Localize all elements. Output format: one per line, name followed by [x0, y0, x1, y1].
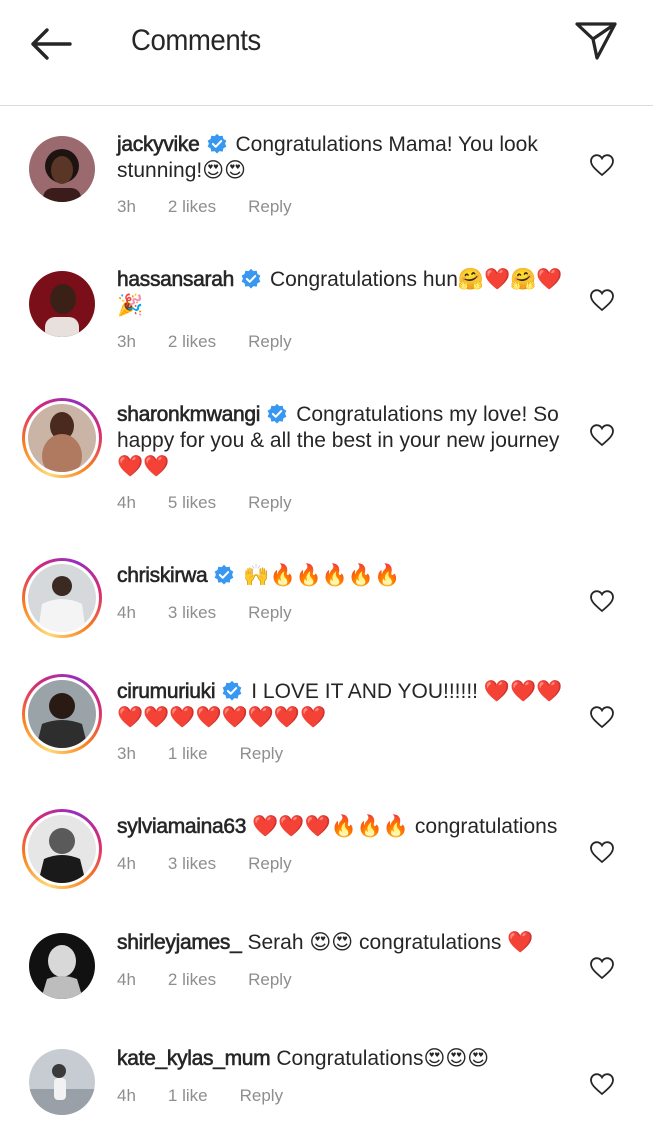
comment-likes[interactable]: 3 likes: [168, 854, 216, 874]
share-button[interactable]: [574, 20, 618, 62]
comment-likes[interactable]: 2 likes: [168, 970, 216, 990]
like-button[interactable]: [589, 1072, 615, 1096]
avatar[interactable]: [22, 558, 102, 638]
comment-username[interactable]: jackyvike: [117, 133, 200, 157]
comment-body: 🙌🔥🔥🔥🔥🔥: [243, 564, 401, 587]
comment-meta: 4h 3 likes Reply: [117, 854, 324, 874]
verified-badge-icon: [222, 680, 242, 701]
comment-time: 4h: [117, 1086, 136, 1105]
comment-meta: 4h 3 likes Reply: [117, 603, 324, 623]
heart-outline-icon: [590, 706, 614, 729]
comment-time: 4h: [117, 603, 136, 622]
comment-username[interactable]: kate_kylas_mum: [117, 1047, 271, 1071]
comment-text-block: cirumuriuki I LOVE IT AND YOU!!!!!! ❤️❤️❤…: [117, 679, 567, 731]
like-button[interactable]: [589, 589, 615, 613]
verified-badge-icon: [214, 564, 234, 585]
comment-text-block: kate_kylas_mum Congratulations😍😍😍: [117, 1046, 567, 1072]
comment-text-block: chriskirwa 🙌🔥🔥🔥🔥🔥: [117, 563, 567, 589]
comment-text-block: hassansarah Congratulations hun🤗❤️🤗❤️🎉: [117, 267, 567, 319]
comment-text-block: jackyvike Congratulations Mama! You look …: [117, 132, 567, 184]
comment-time: 4h: [117, 854, 136, 873]
comment-username[interactable]: chriskirwa: [117, 564, 208, 588]
reply-button[interactable]: Reply: [248, 332, 291, 352]
comment-likes[interactable]: 3 likes: [168, 603, 216, 623]
comment-meta: 4h 1 like Reply: [117, 1086, 315, 1106]
avatar[interactable]: [22, 809, 102, 889]
like-button[interactable]: [589, 705, 615, 729]
avatar[interactable]: [22, 129, 102, 209]
avatar[interactable]: [22, 926, 102, 1006]
like-button[interactable]: [589, 840, 615, 864]
reply-button[interactable]: Reply: [248, 854, 291, 874]
comment-time: 4h: [117, 493, 136, 512]
paper-plane-icon: [575, 22, 617, 60]
comment-username[interactable]: sylviamaina63: [117, 815, 247, 839]
comment-likes[interactable]: 1 like: [168, 1086, 208, 1106]
avatar[interactable]: [22, 674, 102, 754]
comment-likes[interactable]: 1 like: [168, 744, 208, 764]
reply-button[interactable]: Reply: [248, 197, 291, 217]
reply-button[interactable]: Reply: [248, 493, 291, 513]
verified-badge-icon: [267, 403, 287, 424]
avatar[interactable]: [22, 398, 102, 478]
comment-meta: 4h 5 likes Reply: [117, 493, 324, 513]
comment-body: Congratulations😍😍😍: [276, 1047, 490, 1070]
comment-time: 3h: [117, 197, 136, 216]
comment-username[interactable]: hassansarah: [117, 268, 235, 292]
header-bar: Comments: [0, 0, 653, 106]
comment-time: 3h: [117, 744, 136, 763]
heart-outline-icon: [590, 289, 614, 312]
comment-likes[interactable]: 2 likes: [168, 197, 216, 217]
comment-body: ❤️❤️❤️🔥🔥🔥 congratulations: [252, 815, 558, 838]
back-button[interactable]: [28, 26, 74, 62]
comment-meta: 3h 2 likes Reply: [117, 332, 324, 352]
comment-meta: 3h 1 like Reply: [117, 744, 315, 764]
comment-time: 4h: [117, 970, 136, 989]
avatar[interactable]: [22, 264, 102, 344]
heart-outline-icon: [590, 154, 614, 177]
page-title: Comments: [131, 24, 261, 57]
like-button[interactable]: [589, 423, 615, 447]
comment-body: Serah 😍😍 congratulations ❤️: [247, 931, 534, 954]
reply-button[interactable]: Reply: [240, 1086, 283, 1106]
comment-meta: 3h 2 likes Reply: [117, 197, 324, 217]
comment-username[interactable]: sharonkmwangi: [117, 403, 261, 427]
heart-outline-icon: [590, 590, 614, 613]
comment-username[interactable]: shirleyjames_: [117, 931, 242, 955]
verified-badge-icon: [207, 133, 226, 154]
comment-likes[interactable]: 5 likes: [168, 493, 216, 513]
comment-text-block: sylviamaina63 ❤️❤️❤️🔥🔥🔥 congratulations: [117, 814, 567, 840]
heart-outline-icon: [590, 957, 614, 980]
heart-outline-icon: [590, 424, 614, 447]
reply-button[interactable]: Reply: [240, 744, 283, 764]
heart-outline-icon: [590, 841, 614, 864]
arrow-left-icon: [31, 28, 72, 60]
comment-text-block: shirleyjames_ Serah 😍😍 congratulations ❤️: [117, 930, 567, 956]
like-button[interactable]: [589, 153, 615, 177]
heart-outline-icon: [590, 1073, 614, 1096]
verified-badge-icon: [241, 268, 261, 289]
like-button[interactable]: [589, 288, 615, 312]
comment-username[interactable]: cirumuriuki: [117, 680, 216, 704]
comment-text-block: sharonkmwangi Congratulations my love! So…: [117, 402, 567, 480]
comment-meta: 4h 2 likes Reply: [117, 970, 324, 990]
reply-button[interactable]: Reply: [248, 970, 291, 990]
avatar[interactable]: [22, 1042, 102, 1122]
comment-likes[interactable]: 2 likes: [168, 332, 216, 352]
reply-button[interactable]: Reply: [248, 603, 291, 623]
comment-time: 3h: [117, 332, 136, 351]
like-button[interactable]: [589, 956, 615, 980]
